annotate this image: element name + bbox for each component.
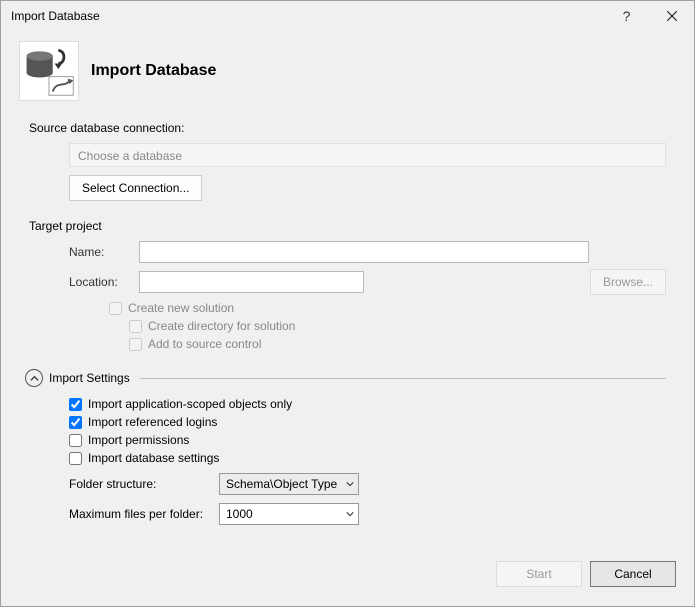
- folder-structure-label: Folder structure:: [69, 477, 219, 491]
- dialog-title: Import Database: [91, 62, 216, 80]
- import-permissions-checkbox[interactable]: [69, 434, 82, 447]
- browse-button[interactable]: Browse...: [590, 269, 666, 295]
- chevron-down-icon: [346, 477, 354, 491]
- import-settings-header[interactable]: Import Settings: [25, 369, 666, 387]
- import-settings-title: Import Settings: [49, 371, 130, 385]
- dialog-body: Source database connection: Choose a dat…: [1, 111, 694, 556]
- max-files-label: Maximum files per folder:: [69, 507, 219, 521]
- create-directory-checkbox[interactable]: [129, 320, 142, 333]
- import-settings-body: Import application-scoped objects only I…: [69, 397, 666, 525]
- import-app-scoped-label: Import application-scoped objects only: [88, 397, 292, 411]
- import-permissions-row[interactable]: Import permissions: [69, 433, 666, 447]
- folder-structure-value: Schema\Object Type: [226, 477, 337, 491]
- import-db-settings-label: Import database settings: [88, 451, 219, 465]
- target-section-label: Target project: [29, 219, 666, 233]
- add-source-control-checkbox[interactable]: [129, 338, 142, 351]
- import-db-settings-checkbox[interactable]: [69, 452, 82, 465]
- create-directory-label: Create directory for solution: [148, 319, 295, 333]
- max-files-combobox[interactable]: 1000: [219, 503, 359, 525]
- chevron-down-icon: [346, 507, 354, 521]
- target-name-label: Name:: [69, 245, 139, 259]
- dialog-header: Import Database: [1, 31, 694, 111]
- max-files-value: 1000: [226, 507, 253, 521]
- import-database-dialog: Import Database ? Import Database: [0, 0, 695, 607]
- add-source-control-label: Add to source control: [148, 337, 261, 351]
- help-button[interactable]: ?: [604, 1, 649, 31]
- chevron-up-icon: [25, 369, 43, 387]
- create-new-solution-row[interactable]: Create new solution: [109, 301, 666, 315]
- start-button[interactable]: Start: [496, 561, 582, 587]
- database-import-icon: [19, 41, 79, 101]
- titlebar: Import Database ?: [1, 1, 694, 31]
- create-directory-row[interactable]: Create directory for solution: [129, 319, 666, 333]
- window-title: Import Database: [11, 9, 604, 23]
- target-location-label: Location:: [69, 275, 139, 289]
- import-app-scoped-row[interactable]: Import application-scoped objects only: [69, 397, 666, 411]
- import-ref-logins-label: Import referenced logins: [88, 415, 217, 429]
- folder-structure-combobox[interactable]: Schema\Object Type: [219, 473, 359, 495]
- add-source-control-row[interactable]: Add to source control: [129, 337, 666, 351]
- close-button[interactable]: [649, 1, 694, 31]
- import-db-settings-row[interactable]: Import database settings: [69, 451, 666, 465]
- create-new-solution-checkbox[interactable]: [109, 302, 122, 315]
- cancel-button[interactable]: Cancel: [590, 561, 676, 587]
- import-permissions-label: Import permissions: [88, 433, 189, 447]
- source-section-label: Source database connection:: [29, 121, 666, 135]
- target-name-input[interactable]: [139, 241, 589, 263]
- separator-line: [140, 378, 666, 379]
- import-app-scoped-checkbox[interactable]: [69, 398, 82, 411]
- dialog-footer: Start Cancel: [1, 556, 694, 606]
- import-ref-logins-checkbox[interactable]: [69, 416, 82, 429]
- import-ref-logins-row[interactable]: Import referenced logins: [69, 415, 666, 429]
- target-location-input[interactable]: [139, 271, 364, 293]
- source-database-display: Choose a database: [69, 143, 666, 167]
- create-new-solution-label: Create new solution: [128, 301, 234, 315]
- close-icon: [667, 9, 677, 24]
- select-connection-button[interactable]: Select Connection...: [69, 175, 202, 201]
